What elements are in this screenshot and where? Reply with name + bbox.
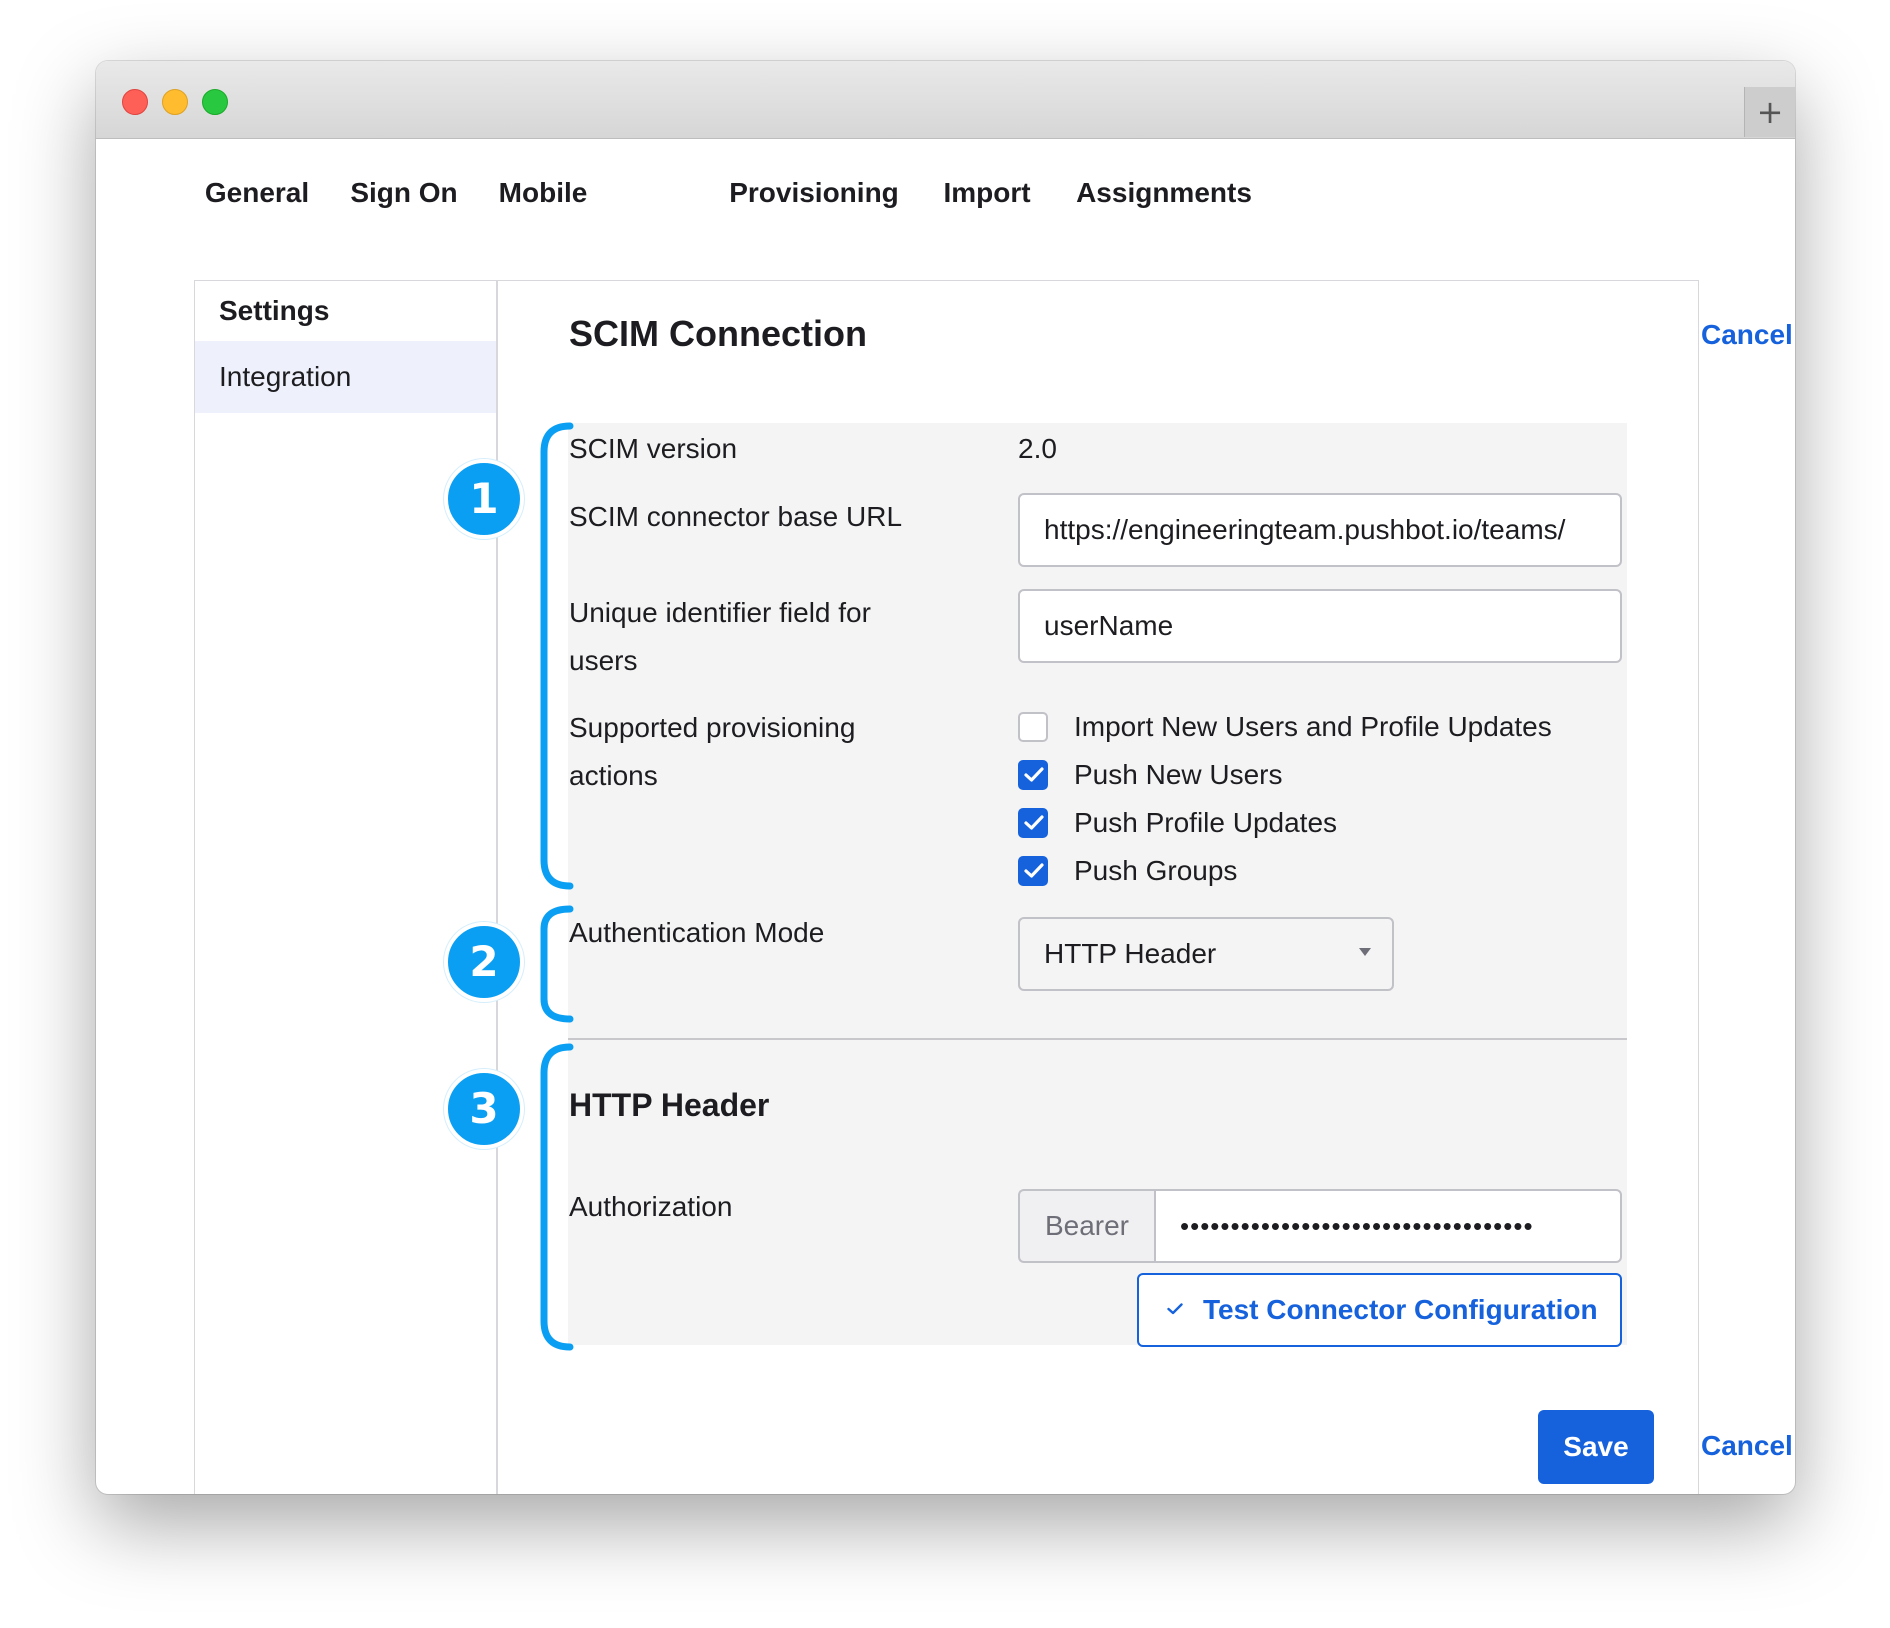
checkbox-box[interactable] xyxy=(1018,808,1048,838)
scim-content: SCIM Connection Cancel SCIM version 2.0 … xyxy=(498,281,1793,1494)
app-tabs: General Sign On Mobile Provisioning Impo… xyxy=(194,139,1697,293)
minimize-window-button[interactable] xyxy=(162,89,188,115)
check-icon xyxy=(1024,815,1044,830)
tab-general[interactable]: General xyxy=(194,139,320,291)
base-url-label: SCIM connector base URL xyxy=(569,501,903,532)
check-icon xyxy=(1024,767,1044,782)
provisioning-actions-label: Supported provisioning actions xyxy=(569,712,856,791)
callout-bracket-1 xyxy=(540,422,574,890)
zoom-window-button[interactable] xyxy=(202,89,228,115)
checkbox-label: Push Groups xyxy=(1074,855,1238,886)
cancel-link-bottom[interactable]: Cancel xyxy=(1701,1430,1793,1462)
checkbox-label: Import New Users and Profile Updates xyxy=(1074,711,1552,742)
title-bar: + xyxy=(96,61,1795,139)
checkbox-label: Push Profile Updates xyxy=(1074,807,1338,838)
tab-import[interactable]: Import xyxy=(926,139,1048,291)
plus-icon: + xyxy=(1756,93,1784,131)
unique-id-input[interactable]: userName xyxy=(1018,589,1622,663)
check-icon xyxy=(1024,863,1044,878)
tab-mobile[interactable]: Mobile xyxy=(488,139,598,291)
chevron-down-icon xyxy=(1359,948,1371,956)
check-icon xyxy=(1167,1303,1183,1315)
checkbox-box[interactable] xyxy=(1018,712,1048,742)
scim-version-label: SCIM version xyxy=(569,433,738,464)
save-button[interactable]: Save xyxy=(1538,1410,1654,1484)
authorization-token-input[interactable]: ••••••••••••••••••••••••••••••••••• xyxy=(1154,1189,1622,1263)
test-connector-label: Test Connector Configuration xyxy=(1203,1294,1598,1325)
callout-bracket-2 xyxy=(540,905,574,1023)
tab-provisioning[interactable]: Provisioning xyxy=(708,139,920,293)
section-divider xyxy=(568,1038,1627,1040)
close-window-button[interactable] xyxy=(122,89,148,115)
browser-window: + General Sign On Mobile Provisioning Im… xyxy=(96,61,1795,1494)
base-url-input[interactable]: https://engineeringteam.pushbot.io/teams… xyxy=(1018,493,1622,567)
callout-badge-1: 1 xyxy=(444,459,524,539)
checkbox-label: Push New Users xyxy=(1074,759,1283,790)
callout-badge-3: 3 xyxy=(444,1069,524,1149)
sidebar-heading: Settings xyxy=(219,295,330,326)
callout-badge-2: 2 xyxy=(444,922,524,1002)
unique-id-label: Unique identifier field for users xyxy=(569,597,871,676)
http-header-title: HTTP Header xyxy=(569,1087,770,1123)
auth-mode-select[interactable]: HTTP Header xyxy=(1018,917,1394,991)
callout-bracket-3 xyxy=(540,1043,574,1351)
checkbox-box[interactable] xyxy=(1018,760,1048,790)
settings-sidebar: Settings Integration xyxy=(195,281,498,1494)
sidebar-item-integration[interactable]: Integration xyxy=(195,341,496,413)
test-connector-button[interactable]: Test Connector Configuration xyxy=(1137,1273,1622,1347)
auth-mode-label: Authentication Mode xyxy=(569,917,825,948)
cancel-link-top[interactable]: Cancel xyxy=(1701,319,1793,351)
bearer-prefix: Bearer xyxy=(1018,1189,1154,1263)
tab-sign-on[interactable]: Sign On xyxy=(336,139,472,291)
scim-version-value: 2.0 xyxy=(1018,433,1057,464)
tab-assignments[interactable]: Assignments xyxy=(1064,139,1264,291)
settings-panel: Settings Integration SCIM Connection Can… xyxy=(194,280,1793,1494)
new-tab-button[interactable]: + xyxy=(1744,87,1795,137)
checkbox-box[interactable] xyxy=(1018,856,1048,886)
authorization-label: Authorization xyxy=(569,1191,733,1222)
scim-settings-section: SCIM version 2.0 SCIM connector base URL… xyxy=(568,423,1627,1347)
page-title: SCIM Connection xyxy=(569,313,867,354)
auth-mode-value: HTTP Header xyxy=(1044,938,1217,969)
